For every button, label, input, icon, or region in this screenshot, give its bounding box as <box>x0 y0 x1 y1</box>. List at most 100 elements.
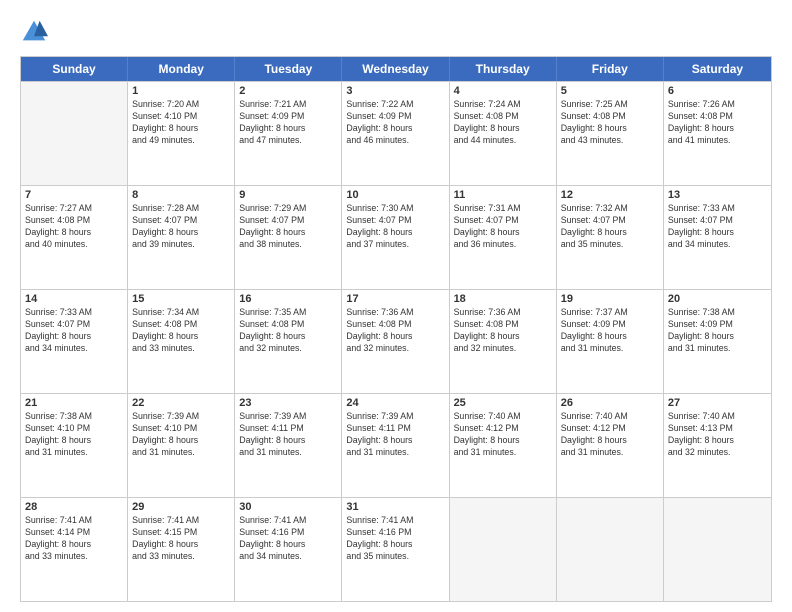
cell-info: Daylight: 8 hours <box>346 227 444 239</box>
cell-info: Sunrise: 7:27 AM <box>25 203 123 215</box>
calendar-cell: 14Sunrise: 7:33 AMSunset: 4:07 PMDayligh… <box>21 290 128 393</box>
cell-info: Daylight: 8 hours <box>561 331 659 343</box>
day-number: 13 <box>668 189 767 201</box>
cal-header-day: Friday <box>557 57 664 81</box>
calendar-cell <box>664 498 771 601</box>
cell-info: Sunrise: 7:21 AM <box>239 99 337 111</box>
cell-info: Daylight: 8 hours <box>454 331 552 343</box>
cell-info: Daylight: 8 hours <box>132 123 230 135</box>
cell-info: Daylight: 8 hours <box>132 435 230 447</box>
cell-info: and 41 minutes. <box>668 135 767 147</box>
cell-info: and 34 minutes. <box>25 343 123 355</box>
calendar-cell: 25Sunrise: 7:40 AMSunset: 4:12 PMDayligh… <box>450 394 557 497</box>
cell-info: and 34 minutes. <box>239 551 337 563</box>
cell-info: Sunset: 4:15 PM <box>132 527 230 539</box>
calendar-cell: 19 Sunrise: 7:37 AMSunset: 4:09 PMDayligh… <box>557 290 664 393</box>
cell-info: Sunset: 4:12 PM <box>561 423 659 435</box>
cell-info: Daylight: 8 hours <box>25 539 123 551</box>
day-number: 19 <box>561 293 659 305</box>
cell-info: Sunset: 4:09 PM <box>668 319 767 331</box>
cell-info: and 33 minutes. <box>132 551 230 563</box>
calendar-cell: 4Sunrise: 7:24 AMSunset: 4:08 PMDaylight… <box>450 82 557 185</box>
cell-info: and 31 minutes. <box>561 343 659 355</box>
calendar-cell: 7Sunrise: 7:27 AMSunset: 4:08 PMDaylight… <box>21 186 128 289</box>
cell-info: Sunrise: 7:35 AM <box>239 307 337 319</box>
calendar-cell: 6Sunrise: 7:26 AMSunset: 4:08 PMDaylight… <box>664 82 771 185</box>
logo-icon <box>20 18 48 46</box>
cell-info: Sunset: 4:14 PM <box>25 527 123 539</box>
cell-info: Sunset: 4:08 PM <box>25 215 123 227</box>
cell-info: and 44 minutes. <box>454 135 552 147</box>
cell-info: Daylight: 8 hours <box>239 435 337 447</box>
cell-info: Sunset: 4:08 PM <box>668 111 767 123</box>
calendar-cell: 21Sunrise: 7:38 AMSunset: 4:10 PMDayligh… <box>21 394 128 497</box>
cell-info: Sunset: 4:11 PM <box>239 423 337 435</box>
calendar: SundayMondayTuesdayWednesdayThursdayFrid… <box>20 56 772 602</box>
cell-info: and 36 minutes. <box>454 239 552 251</box>
calendar-row: 28Sunrise: 7:41 AMSunset: 4:14 PMDayligh… <box>21 497 771 601</box>
cell-info: Daylight: 8 hours <box>346 123 444 135</box>
cell-info: Daylight: 8 hours <box>132 227 230 239</box>
cell-info: Sunrise: 7:41 AM <box>25 515 123 527</box>
calendar-cell: 18Sunrise: 7:36 AMSunset: 4:08 PMDayligh… <box>450 290 557 393</box>
calendar-cell: 2Sunrise: 7:21 AMSunset: 4:09 PMDaylight… <box>235 82 342 185</box>
cell-info: Sunset: 4:10 PM <box>25 423 123 435</box>
cell-info: Sunset: 4:07 PM <box>668 215 767 227</box>
cell-info: Sunset: 4:16 PM <box>346 527 444 539</box>
cell-info: Sunrise: 7:40 AM <box>454 411 552 423</box>
calendar-cell: 3Sunrise: 7:22 AMSunset: 4:09 PMDaylight… <box>342 82 449 185</box>
cal-header-day: Wednesday <box>342 57 449 81</box>
day-number: 30 <box>239 501 337 513</box>
day-number: 16 <box>239 293 337 305</box>
cell-info: Daylight: 8 hours <box>454 123 552 135</box>
cell-info: and 49 minutes. <box>132 135 230 147</box>
calendar-cell: 11Sunrise: 7:31 AMSunset: 4:07 PMDayligh… <box>450 186 557 289</box>
calendar-cell: 29Sunrise: 7:41 AMSunset: 4:15 PMDayligh… <box>128 498 235 601</box>
calendar-cell: 16Sunrise: 7:35 AMSunset: 4:08 PMDayligh… <box>235 290 342 393</box>
cell-info: Sunset: 4:08 PM <box>132 319 230 331</box>
calendar-cell: 30Sunrise: 7:41 AMSunset: 4:16 PMDayligh… <box>235 498 342 601</box>
cell-info: Sunset: 4:11 PM <box>346 423 444 435</box>
cell-info: Sunrise: 7:29 AM <box>239 203 337 215</box>
calendar-cell: 13Sunrise: 7:33 AMSunset: 4:07 PMDayligh… <box>664 186 771 289</box>
cell-info: Sunrise: 7:36 AM <box>454 307 552 319</box>
cell-info: Sunrise: 7:22 AM <box>346 99 444 111</box>
cell-info: and 40 minutes. <box>25 239 123 251</box>
day-number: 4 <box>454 85 552 97</box>
cell-info: Sunset: 4:07 PM <box>132 215 230 227</box>
cell-info: and 31 minutes. <box>454 447 552 459</box>
cell-info: Sunrise: 7:28 AM <box>132 203 230 215</box>
cal-header-day: Sunday <box>21 57 128 81</box>
cell-info: Daylight: 8 hours <box>561 435 659 447</box>
calendar-cell: 9Sunrise: 7:29 AMSunset: 4:07 PMDaylight… <box>235 186 342 289</box>
calendar-header: SundayMondayTuesdayWednesdayThursdayFrid… <box>21 57 771 81</box>
cell-info: and 31 minutes. <box>239 447 337 459</box>
day-number: 2 <box>239 85 337 97</box>
calendar-row: 1Sunrise: 7:20 AMSunset: 4:10 PMDaylight… <box>21 81 771 185</box>
day-number: 25 <box>454 397 552 409</box>
cal-header-day: Tuesday <box>235 57 342 81</box>
cell-info: Sunrise: 7:39 AM <box>346 411 444 423</box>
cell-info: Sunrise: 7:41 AM <box>239 515 337 527</box>
cell-info: Daylight: 8 hours <box>25 435 123 447</box>
cell-info: Sunset: 4:08 PM <box>454 319 552 331</box>
day-number: 15 <box>132 293 230 305</box>
cell-info: and 35 minutes. <box>561 239 659 251</box>
cell-info: Sunset: 4:08 PM <box>561 111 659 123</box>
cell-info: and 46 minutes. <box>346 135 444 147</box>
cell-info: and 31 minutes. <box>132 447 230 459</box>
cell-info: and 31 minutes. <box>25 447 123 459</box>
cell-info: and 32 minutes. <box>454 343 552 355</box>
cell-info: Sunset: 4:09 PM <box>561 319 659 331</box>
day-number: 14 <box>25 293 123 305</box>
calendar-cell <box>21 82 128 185</box>
cell-info: Sunset: 4:08 PM <box>346 319 444 331</box>
cell-info: Daylight: 8 hours <box>668 435 767 447</box>
calendar-cell: 27Sunrise: 7:40 AMSunset: 4:13 PMDayligh… <box>664 394 771 497</box>
cell-info: Sunrise: 7:37 AM <box>561 307 659 319</box>
cell-info: Sunrise: 7:40 AM <box>668 411 767 423</box>
page: SundayMondayTuesdayWednesdayThursdayFrid… <box>0 0 792 612</box>
calendar-row: 14Sunrise: 7:33 AMSunset: 4:07 PMDayligh… <box>21 289 771 393</box>
day-number: 22 <box>132 397 230 409</box>
cell-info: Sunrise: 7:41 AM <box>346 515 444 527</box>
